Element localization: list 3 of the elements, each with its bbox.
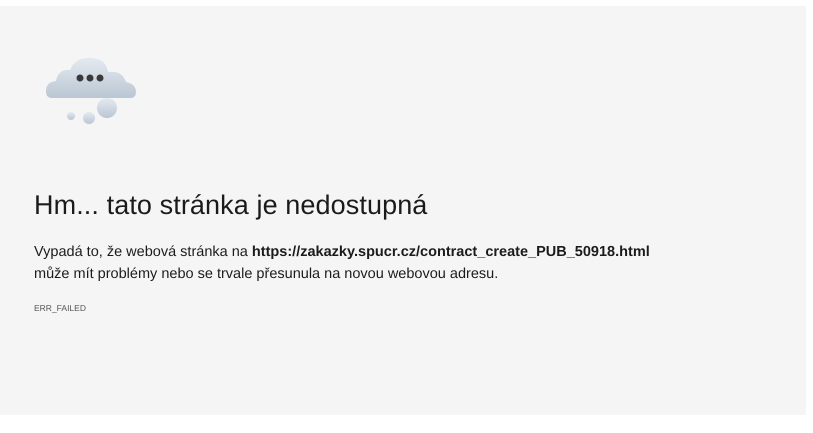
error-code: ERR_FAILED (34, 303, 87, 313)
error-message: Vypadá to, že webová stránka na https://zakazky.spucr.cz/contract_create_PUB_50918.html může mít problémy nebo se trvale přesunula na novou webovou adresu. (34, 243, 651, 284)
page-heading: Hm... tato stránka je nedostupná (34, 190, 428, 221)
